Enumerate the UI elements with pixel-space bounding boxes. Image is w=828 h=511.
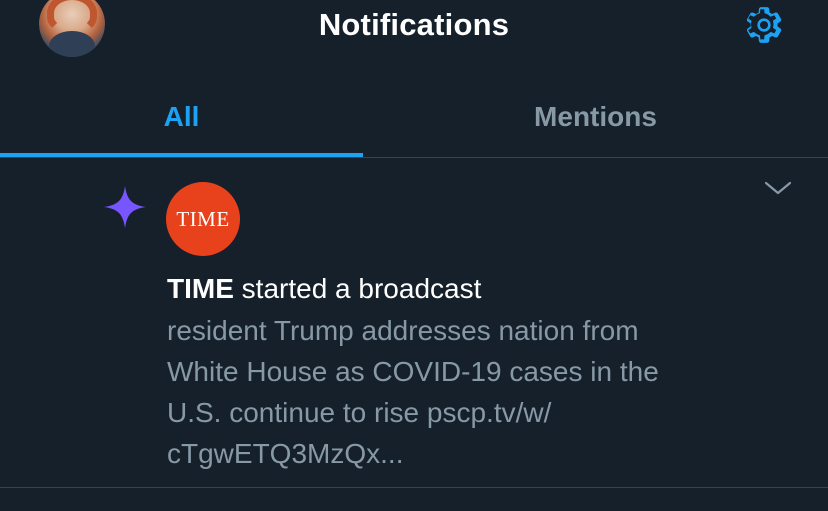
notifications-screen: Notifications All Mentions TIME TIME sta…: [0, 0, 828, 511]
tab-mentions-label: Mentions: [534, 101, 657, 132]
body-line: resident Trump addresses nation from: [167, 315, 639, 346]
actor-name[interactable]: TIME: [167, 273, 234, 304]
tab-all-label: All: [163, 101, 200, 132]
notification-headline: TIME started a broadcast: [167, 272, 481, 306]
body-line: cTgwETQ3MzQx...: [167, 438, 404, 469]
sparkle-icon: [104, 186, 146, 228]
action-text: started a broadcast: [233, 273, 482, 304]
gear-icon: [746, 7, 782, 43]
body-line: White House as COVID-19 cases in the: [167, 356, 659, 387]
notification-item[interactable]: TIME TIME started a broadcast resident T…: [0, 158, 828, 488]
time-logo-text: TIME: [176, 206, 230, 231]
body-line: U.S. continue to rise pscp.tv/w/: [167, 397, 552, 428]
time-avatar[interactable]: TIME: [166, 182, 240, 256]
settings-button[interactable]: [741, 2, 787, 48]
notification-body: resident Trump addresses nation from Whi…: [167, 310, 767, 474]
active-tab-indicator: [0, 153, 363, 157]
page-title: Notifications: [318, 7, 510, 42]
notification-tabs: All Mentions: [0, 80, 828, 158]
tab-mentions[interactable]: Mentions: [414, 80, 777, 154]
tab-all[interactable]: All: [0, 80, 363, 157]
chevron-down-icon[interactable]: [764, 178, 792, 198]
